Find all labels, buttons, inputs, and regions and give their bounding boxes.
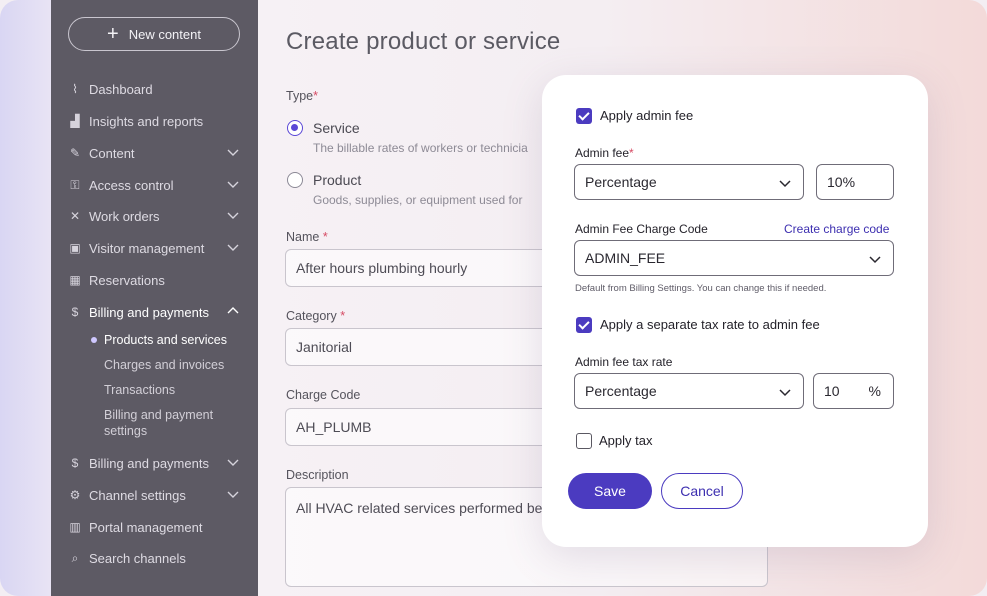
sidebar-item-content[interactable]: ✎ Content xyxy=(68,143,246,163)
tax-rate-type-value: Percentage xyxy=(585,383,657,399)
product-description: Goods, supplies, or equipment used for xyxy=(313,193,523,207)
sidebar-item-label: Visitor management xyxy=(89,240,205,256)
sidebar-item-label: Insights and reports xyxy=(89,113,204,129)
required-mark: * xyxy=(322,230,328,244)
charge-code-label: Charge Code xyxy=(286,388,361,402)
chevron-up-icon[interactable] xyxy=(226,304,240,318)
tax-rate-label: Admin fee tax rate xyxy=(575,355,673,369)
chevron-down-icon[interactable] xyxy=(226,177,240,191)
apply-separate-tax-checkbox[interactable] xyxy=(576,317,592,333)
sidebar-item-reservations[interactable]: ▦ Reservations xyxy=(68,270,246,290)
dollar-icon: $ xyxy=(71,456,79,470)
admin-fee-dialog: Apply admin fee Admin fee* Percentage 10… xyxy=(542,75,928,547)
search-icon: ⌕ xyxy=(71,550,79,565)
required-mark: * xyxy=(629,146,634,160)
id-card-icon: ▣ xyxy=(69,241,81,255)
apply-tax-checkbox[interactable] xyxy=(576,433,592,449)
admin-fee-type-select[interactable]: Percentage xyxy=(574,164,804,200)
sidebar-item-label: Content xyxy=(89,145,135,161)
apply-admin-fee-label: Apply admin fee xyxy=(600,108,694,123)
sidebar-item-label: Billing and payments xyxy=(89,304,209,320)
description-label: Description xyxy=(286,468,349,482)
page-title: Create product or service xyxy=(286,28,561,55)
sidebar-item-channel-settings[interactable]: ⚙ Channel settings xyxy=(68,485,246,505)
apply-admin-fee-checkbox[interactable] xyxy=(576,108,592,124)
tax-rate-input[interactable]: 10 % xyxy=(813,373,894,409)
chevron-down-icon xyxy=(779,180,791,188)
chevron-down-icon[interactable] xyxy=(226,240,240,254)
save-button[interactable]: Save xyxy=(568,473,652,509)
charge-code-label: Admin Fee Charge Code xyxy=(575,222,708,236)
admin-fee-label: Admin fee* xyxy=(575,146,634,160)
category-label: Category * xyxy=(286,309,345,323)
new-content-label: New content xyxy=(128,26,201,42)
key-icon: ⚿ xyxy=(70,177,80,192)
gear-icon: ⚙ xyxy=(69,488,81,502)
sidebar-item-access-control[interactable]: ⚿ Access control xyxy=(68,175,246,195)
chevron-down-icon xyxy=(869,256,881,264)
sidebar-item-insights[interactable]: ▟ Insights and reports xyxy=(68,111,246,131)
chevron-down-icon xyxy=(779,389,791,397)
chart-icon: ▟ xyxy=(70,114,80,128)
service-description: The billable rates of workers or technic… xyxy=(313,141,528,155)
sidebar-item-label: Work orders xyxy=(89,208,160,224)
create-charge-code-link[interactable]: Create charge code xyxy=(784,222,889,236)
sidebar-item-billing-expanded[interactable]: $ Billing and payments xyxy=(68,302,246,322)
plus-icon: + xyxy=(107,23,119,45)
sidebar-item-label: Billing and payments xyxy=(89,455,209,471)
chevron-down-icon[interactable] xyxy=(226,487,240,501)
name-label: Name * xyxy=(286,230,328,244)
new-content-button[interactable]: + New content xyxy=(68,17,240,51)
sidebar-item-portal-management[interactable]: ▥ Portal management xyxy=(68,517,246,537)
chevron-down-icon[interactable] xyxy=(226,145,240,159)
sidebar-item-label: Access control xyxy=(89,177,174,193)
sidebar-item-label: Dashboard xyxy=(89,81,153,97)
calendar-icon: ▦ xyxy=(69,273,81,287)
percent-unit: % xyxy=(868,383,881,399)
sidebar-item-label: Reservations xyxy=(89,272,165,288)
sidebar-subitem-transactions[interactable]: Transactions xyxy=(104,382,244,398)
sidebar-item-visitor-management[interactable]: ▣ Visitor management xyxy=(68,238,246,258)
tax-rate-type-select[interactable]: Percentage xyxy=(574,373,804,409)
sidebar-item-dashboard[interactable]: ⌇ Dashboard xyxy=(68,79,246,99)
sidebar-item-label: Portal management xyxy=(89,519,203,535)
pulse-icon: ⌇ xyxy=(72,82,78,96)
app-frame: + New content ⌇ Dashboard ▟ Insights and… xyxy=(0,0,987,596)
sidebar-subitem-products-services[interactable]: Products and services xyxy=(91,332,244,348)
product-title: Product xyxy=(313,172,362,188)
apply-separate-tax-label: Apply a separate tax rate to admin fee xyxy=(600,317,820,332)
sidebar-item-billing[interactable]: $ Billing and payments xyxy=(68,453,246,473)
cancel-button[interactable]: Cancel xyxy=(661,473,743,509)
edit-icon: ✎ xyxy=(69,146,81,160)
required-mark: * xyxy=(340,309,346,323)
charge-code-value: ADMIN_FEE xyxy=(585,250,666,266)
admin-fee-type-value: Percentage xyxy=(585,174,657,190)
sidebar-item-label: Channel settings xyxy=(89,487,186,503)
tools-icon: ✕ xyxy=(69,209,81,223)
tax-rate-value: 10 xyxy=(824,383,840,399)
dollar-icon: $ xyxy=(71,305,79,319)
name-label-text: Name xyxy=(286,230,320,244)
radio-service[interactable] xyxy=(287,120,303,136)
chevron-down-icon[interactable] xyxy=(226,455,240,469)
service-title: Service xyxy=(313,120,360,136)
building-icon: ▥ xyxy=(69,520,81,534)
charge-code-hint: Default from Billing Settings. You can c… xyxy=(575,283,827,294)
category-label-text: Category xyxy=(286,309,337,323)
sidebar-item-work-orders[interactable]: ✕ Work orders xyxy=(68,206,246,226)
type-label: Type* xyxy=(286,89,318,103)
sidebar-item-label: Search channels xyxy=(89,550,186,566)
sidebar-item-search-channels[interactable]: ⌕ Search channels xyxy=(68,548,246,568)
type-label-text: Type xyxy=(286,89,314,103)
admin-fee-value-input[interactable]: 10% xyxy=(816,164,894,200)
admin-fee-label-text: Admin fee xyxy=(575,146,630,160)
chevron-down-icon[interactable] xyxy=(226,208,240,222)
sidebar-subitem-charges-invoices[interactable]: Charges and invoices xyxy=(104,357,244,373)
sidebar-subitem-billing-settings[interactable]: Billing and payment settings xyxy=(104,407,224,439)
radio-product[interactable] xyxy=(287,172,303,188)
sidebar: + New content ⌇ Dashboard ▟ Insights and… xyxy=(51,0,258,596)
required-mark: * xyxy=(313,89,318,103)
apply-tax-label: Apply tax xyxy=(599,433,653,448)
charge-code-select[interactable]: ADMIN_FEE xyxy=(574,240,894,276)
